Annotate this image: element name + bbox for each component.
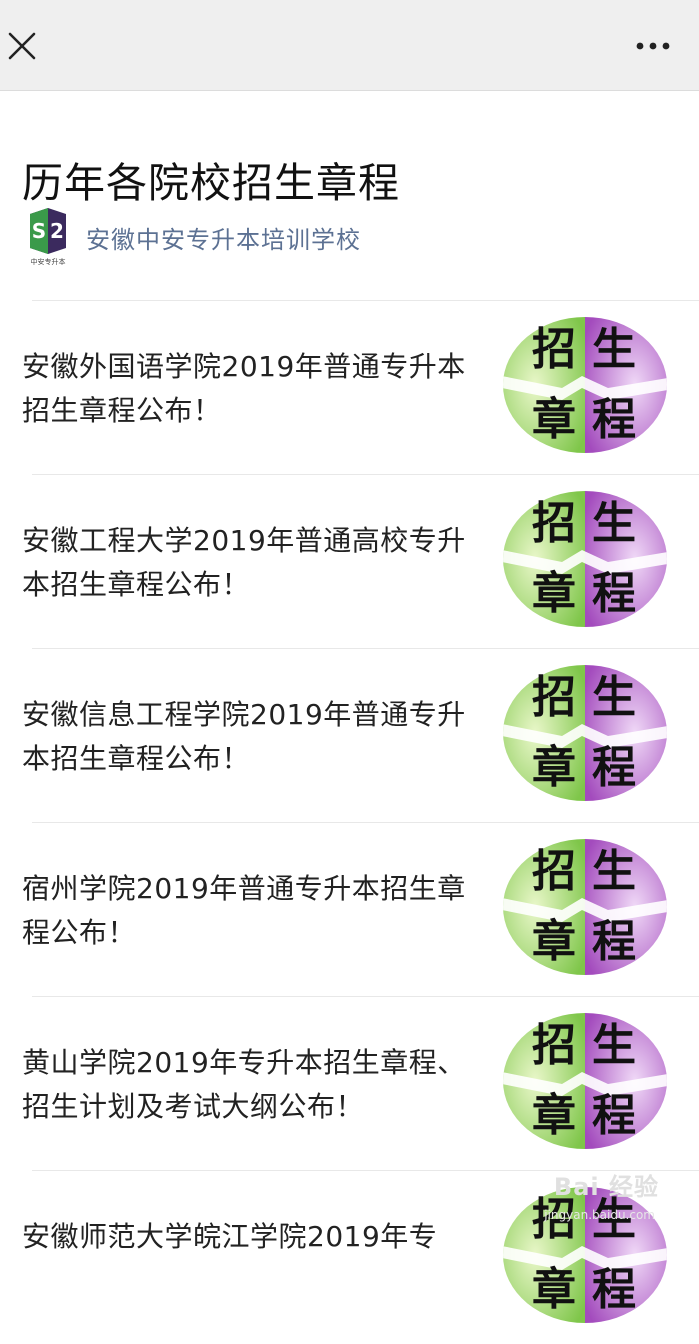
close-button[interactable] (6, 30, 38, 62)
thumbnail-char: 招 (532, 846, 576, 897)
close-icon (8, 32, 36, 60)
thumbnail-char: 生 (592, 672, 636, 723)
thumbnail-char: 章 (532, 568, 576, 619)
thumbnail-char: 程 (592, 568, 636, 619)
list-item-title[interactable]: 安徽工程大学2019年普通高校专升本招生章程公布！ (22, 519, 472, 607)
page-title: 历年各院校招生章程 (22, 159, 400, 208)
thumbnail-char: 生 (592, 498, 636, 549)
list-item-title[interactable]: 安徽外国语学院2019年普通专升本招生章程公布！ (22, 345, 472, 433)
thumbnail-char: 生 (592, 846, 636, 897)
svg-text:2: 2 (50, 219, 64, 243)
list-item[interactable]: 安徽外国语学院2019年普通专升本招生章程公布！ 招生章程 (22, 300, 699, 474)
thumbnail-char: 程 (592, 394, 636, 445)
thumbnail-shape (503, 317, 667, 453)
thumbnail-char: 招 (532, 498, 576, 549)
thumbnail-shape (503, 665, 667, 801)
thumbnail-image: 招生章程 (503, 1187, 667, 1323)
svg-text:中安专升本: 中安专升本 (31, 257, 66, 266)
thumbnail-image: 招生章程 (503, 839, 667, 975)
more-options-button[interactable] (635, 36, 671, 56)
thumbnail-char: 章 (532, 394, 576, 445)
account-name[interactable]: 安徽中安专升本培训学校 (86, 220, 361, 255)
thumbnail-char: 章 (532, 916, 576, 967)
thumbnail-char: 招 (532, 324, 576, 375)
list-item[interactable]: 安徽工程大学2019年普通高校专升本招生章程公布！ 招生章程 (22, 474, 699, 648)
list-item-title[interactable]: 安徽师范大学皖江学院2019年专 (22, 1215, 472, 1259)
thumbnail-char: 章 (532, 742, 576, 793)
svg-text:S: S (32, 219, 46, 243)
thumbnail-char: 生 (592, 324, 636, 375)
thumbnail-image: 招生章程 (503, 1013, 667, 1149)
thumbnail-char: 程 (592, 742, 636, 793)
thumbnail-char: 招 (532, 672, 576, 723)
account-logo-icon: S 2 中安专升本 (30, 208, 66, 266)
thumbnail-char: 程 (592, 1090, 636, 1141)
thumbnail-shape (503, 1187, 667, 1323)
list-item-title[interactable]: 安徽信息工程学院2019年普通专升本招生章程公布！ (22, 693, 472, 781)
baidu-watermark-url: jingyan.baidu.com (544, 1208, 655, 1222)
thumbnail-char: 生 (592, 1020, 636, 1071)
thumbnail-char: 招 (532, 1020, 576, 1071)
list-item[interactable]: 安徽信息工程学院2019年普通专升本招生章程公布！ 招生章程 (22, 648, 699, 822)
thumbnail-char: 章 (532, 1090, 576, 1141)
list-item-title[interactable]: 黄山学院2019年专升本招生章程、招生计划及考试大纲公布！ (22, 1041, 472, 1129)
account-info[interactable]: S 2 中安专升本 安徽中安专升本培训学校 (26, 208, 626, 268)
thumbnail-shape (503, 491, 667, 627)
list-item-title[interactable]: 宿州学院2019年普通专升本招生章程公布！ (22, 867, 472, 955)
thumbnail-shape (503, 839, 667, 975)
thumbnail-shape (503, 1013, 667, 1149)
thumbnail-char: 章 (532, 1264, 576, 1315)
thumbnail-image: 招生章程 (503, 491, 667, 627)
baidu-watermark: Bai 经验 (553, 1173, 659, 1201)
thumbnail-char: 程 (592, 1264, 636, 1315)
thumbnail-char: 程 (592, 916, 636, 967)
list-item[interactable]: 宿州学院2019年普通专升本招生章程公布！ 招生章程 (22, 822, 699, 996)
thumbnail-image: 招生章程 (503, 665, 667, 801)
list-item[interactable]: 黄山学院2019年专升本招生章程、招生计划及考试大纲公布！ 招生章程 (22, 996, 699, 1170)
more-options-icon (636, 42, 670, 50)
top-bar (0, 0, 699, 91)
thumbnail-image: 招生章程 (503, 317, 667, 453)
